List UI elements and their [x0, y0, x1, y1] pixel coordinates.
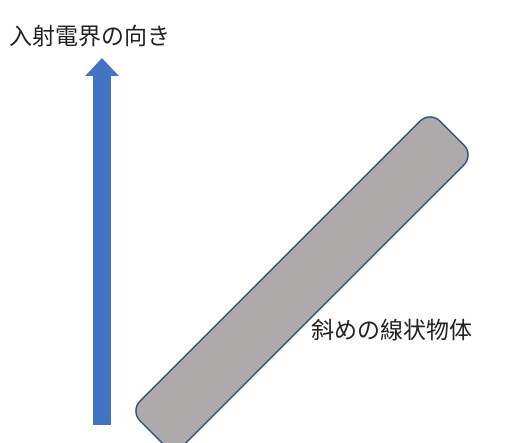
electric-field-arrow-icon — [85, 58, 119, 425]
oblique-rod-shape — [135, 116, 469, 443]
diagram-canvas — [85, 58, 469, 443]
